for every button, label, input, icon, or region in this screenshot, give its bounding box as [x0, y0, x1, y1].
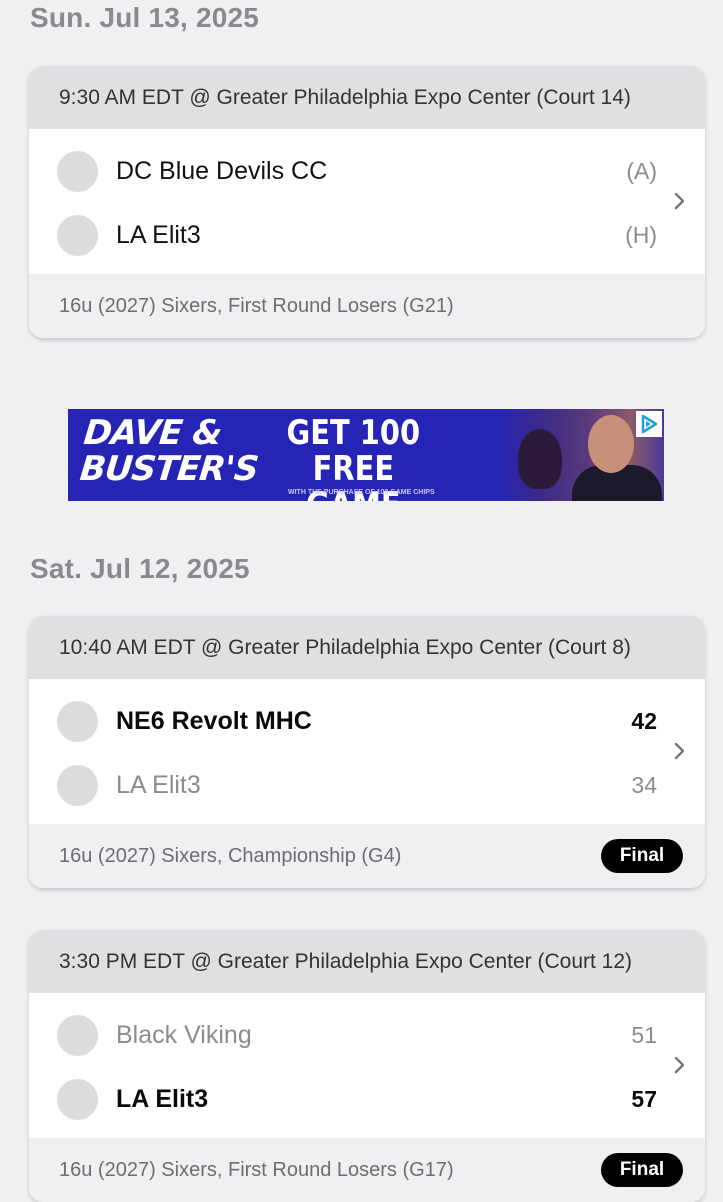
team-avatar	[57, 700, 98, 742]
date-header: Sat. Jul 12, 2025	[30, 553, 250, 584]
team-name: LA Elit3	[116, 770, 201, 799]
status-badge: Final	[601, 1153, 683, 1187]
team-avatar	[57, 150, 98, 192]
ad-fine-print: WITH THE PURCHASE OF 100 GAME CHIPS	[288, 489, 435, 496]
game-card[interactable]: 3:30 PM EDT @ Greater Philadelphia Expo …	[29, 930, 705, 1202]
team-avatar	[57, 764, 98, 806]
team-name: NE6 Revolt MHC	[116, 706, 312, 735]
division-label: 16u (2027) Sixers, First Round Losers (G…	[59, 294, 454, 317]
team-row: LA Elit3 34	[57, 764, 657, 806]
chevron-right-icon[interactable]	[672, 189, 688, 213]
team-designation: (H)	[625, 221, 657, 248]
game-card[interactable]: 9:30 AM EDT @ Greater Philadelphia Expo …	[29, 66, 705, 338]
game-teams[interactable]: NE6 Revolt MHC 42 LA Elit3 34	[29, 679, 705, 824]
team-avatar	[57, 1014, 98, 1056]
team-score: 42	[631, 707, 657, 734]
chevron-right-icon[interactable]	[672, 1053, 688, 1077]
team-name: LA Elit3	[116, 220, 201, 249]
team-avatar	[57, 214, 98, 256]
game-division-info: 16u (2027) Sixers, First Round Losers (G…	[29, 274, 705, 338]
team-avatar	[57, 1078, 98, 1120]
game-time-location: 3:30 PM EDT @ Greater Philadelphia Expo …	[29, 930, 705, 993]
team-designation: (A)	[626, 157, 657, 184]
team-name: LA Elit3	[116, 1084, 209, 1113]
division-label: 16u (2027) Sixers, Championship (G4)	[59, 844, 402, 867]
division-label: 16u (2027) Sixers, First Round Losers (G…	[59, 1158, 454, 1181]
team-row: Black Viking 51	[57, 1014, 657, 1056]
team-row: LA Elit3 (H)	[57, 214, 657, 256]
adchoices-icon[interactable]	[636, 411, 662, 437]
game-card[interactable]: 10:40 AM EDT @ Greater Philadelphia Expo…	[29, 616, 705, 888]
team-name: Black Viking	[116, 1020, 252, 1049]
team-score: 34	[631, 771, 657, 798]
game-teams[interactable]: Black Viking 51 LA Elit3 57	[29, 993, 705, 1138]
ad-logo: DAVE & BUSTER'S	[78, 413, 260, 489]
game-teams[interactable]: DC Blue Devils CC (A) LA Elit3 (H)	[29, 129, 705, 274]
team-row: LA Elit3 57	[57, 1078, 657, 1120]
game-division-info: 16u (2027) Sixers, First Round Losers (G…	[29, 1138, 705, 1202]
game-time-location: 9:30 AM EDT @ Greater Philadelphia Expo …	[29, 66, 705, 129]
team-name: DC Blue Devils CC	[116, 156, 328, 185]
ad-banner[interactable]: DAVE & BUSTER'S GET 100 FREE GAME CHIPS …	[68, 409, 664, 501]
status-badge: Final	[601, 839, 683, 873]
team-row: NE6 Revolt MHC 42	[57, 700, 657, 742]
date-header: Sun. Jul 13, 2025	[30, 2, 260, 33]
game-division-info: 16u (2027) Sixers, Championship (G4) Fin…	[29, 824, 705, 888]
team-score: 57	[631, 1085, 657, 1112]
chevron-right-icon[interactable]	[672, 739, 688, 763]
team-score: 51	[631, 1021, 657, 1048]
team-row: DC Blue Devils CC (A)	[57, 150, 657, 192]
game-time-location: 10:40 AM EDT @ Greater Philadelphia Expo…	[29, 616, 705, 679]
